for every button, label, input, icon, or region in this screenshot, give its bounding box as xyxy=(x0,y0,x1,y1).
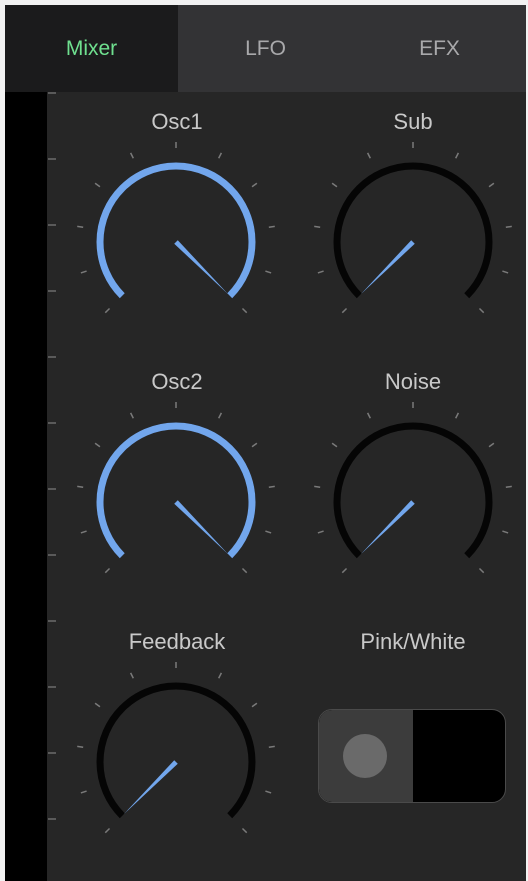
osc1-knob-hit-area[interactable] xyxy=(92,158,260,326)
sub-knob[interactable] xyxy=(314,142,512,326)
knob-tick xyxy=(218,412,223,419)
knob-tick xyxy=(104,827,111,834)
knob-tick xyxy=(268,745,275,749)
pink-white-toggle[interactable] xyxy=(318,709,506,803)
knob-tick xyxy=(331,182,338,188)
feedback-knob-hit-area[interactable] xyxy=(92,678,260,846)
knob-tick xyxy=(129,152,134,159)
knob-tick xyxy=(455,152,460,159)
knob-tick xyxy=(341,307,348,314)
knob-tick xyxy=(366,412,371,419)
noise-knob-hit-area[interactable] xyxy=(329,418,497,586)
knob-tick xyxy=(455,412,460,419)
knob-tick xyxy=(218,672,223,679)
knob-tick xyxy=(488,442,495,448)
knob-tick xyxy=(241,307,248,314)
knob-tick xyxy=(317,530,324,534)
knob-tick xyxy=(341,567,348,574)
knob-tick xyxy=(265,790,272,794)
osc2-knob-hit-area[interactable] xyxy=(92,418,260,586)
noise-knob[interactable] xyxy=(314,402,512,586)
osc2-knob[interactable] xyxy=(77,402,275,586)
knob-tick xyxy=(488,182,495,188)
knob-tick xyxy=(265,530,272,534)
knob-tick xyxy=(505,485,512,489)
knob-tick xyxy=(314,485,321,489)
knob-tick xyxy=(80,790,87,794)
knob-tick xyxy=(104,307,111,314)
sub-knob-hit-area[interactable] xyxy=(329,158,497,326)
knob-tick xyxy=(129,672,134,679)
knob-tick xyxy=(314,225,321,229)
knob-tick xyxy=(478,307,485,314)
knob-tick xyxy=(505,225,512,229)
knob-tick xyxy=(218,152,223,159)
knob-tick xyxy=(251,182,258,188)
knob-tick xyxy=(77,225,84,229)
knob-tick xyxy=(80,270,87,274)
knob-tick xyxy=(268,225,275,229)
knob-tick xyxy=(331,442,338,448)
knob-tick xyxy=(94,182,101,188)
knob-tick xyxy=(502,530,509,534)
knob-tick xyxy=(268,485,275,489)
knob-tick xyxy=(94,442,101,448)
knob-tick xyxy=(317,270,324,274)
knob-tick xyxy=(251,702,258,708)
knob-tick xyxy=(502,270,509,274)
knob-tick xyxy=(129,412,134,419)
osc1-knob[interactable] xyxy=(77,142,275,326)
knob-tick xyxy=(478,567,485,574)
knob-tick xyxy=(94,702,101,708)
knob-tick xyxy=(265,270,272,274)
feedback-knob[interactable] xyxy=(77,662,275,846)
knob-tick xyxy=(77,745,84,749)
knob-tick xyxy=(80,530,87,534)
knob-tick xyxy=(104,567,111,574)
knob-tick xyxy=(241,827,248,834)
toggle-thumb[interactable] xyxy=(343,734,387,778)
mixer-panel: Mixer LFO EFX Osc1 Sub Osc2 Noise Feedba… xyxy=(5,5,526,881)
knob-tick xyxy=(241,567,248,574)
knob-tick xyxy=(77,485,84,489)
knob-tick xyxy=(251,442,258,448)
knob-tick xyxy=(366,152,371,159)
